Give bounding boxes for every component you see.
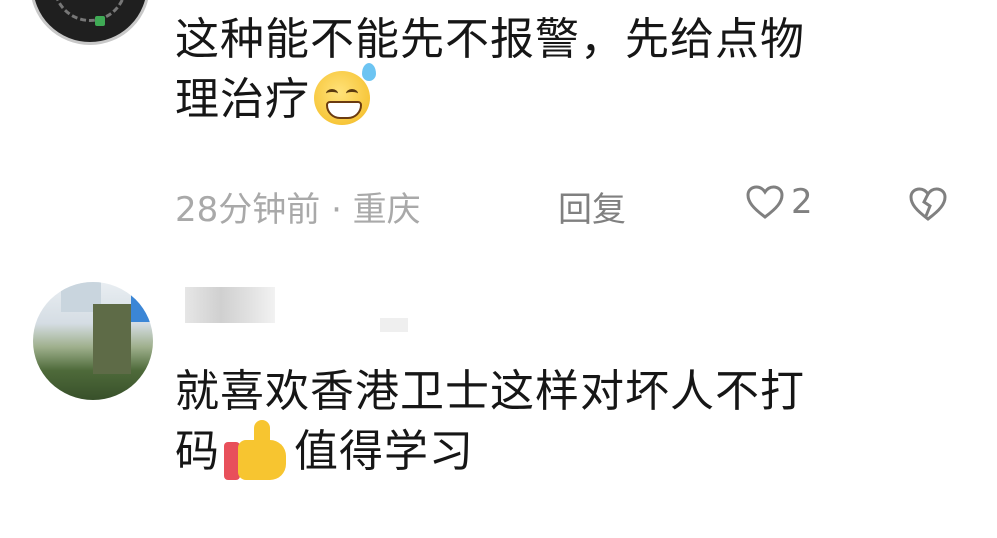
comment-meta: 28分钟前 · 重庆 回复 2 [175, 182, 975, 232]
avatar-mosaic [93, 304, 131, 374]
avatar[interactable] [30, 0, 150, 45]
heart-outline-icon [746, 185, 784, 219]
comment-line-text: 码 [175, 426, 220, 477]
thumbs-up-emoji-icon [224, 420, 290, 480]
comment-line: 码 值得学习 [175, 420, 965, 484]
like-count: 2 [791, 182, 813, 222]
avatar-dot [95, 16, 105, 26]
avatar-mosaic [131, 282, 153, 322]
reply-button[interactable]: 回复 [558, 182, 626, 231]
comment-line: 理治疗 [175, 63, 965, 130]
comment-line: 就喜欢香港卫士这样对坏人不打 [175, 366, 805, 417]
comment-text: 就喜欢香港卫士这样对坏人不打 码 值得学习 [175, 362, 965, 484]
dislike-button[interactable] [908, 186, 948, 231]
username-blurred-tail [380, 318, 408, 332]
username-blurred[interactable] [185, 287, 275, 323]
comment-time-location: 28分钟前 · 重庆 [175, 190, 421, 230]
comment-line: 这种能不能先不报警，先给点物 [175, 14, 805, 65]
broken-heart-icon [909, 187, 947, 221]
comment-text: 这种能不能先不报警，先给点物 理治疗 [175, 10, 965, 130]
comment-line-text: 理治疗 [175, 74, 310, 125]
like-button[interactable]: 2 [745, 182, 813, 222]
sweat-smile-emoji-icon [314, 63, 376, 125]
comment-line-text: 值得学习 [294, 426, 474, 477]
avatar-pattern [53, 0, 127, 22]
avatar[interactable] [33, 282, 153, 400]
